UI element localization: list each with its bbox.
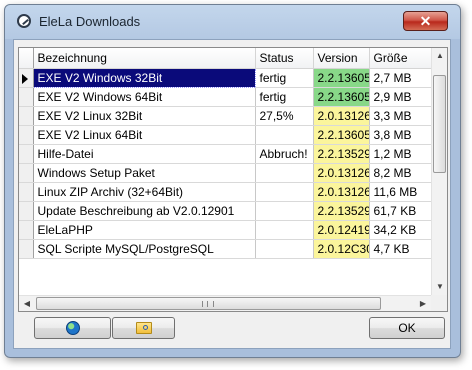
scrollbar-corner (431, 295, 447, 311)
cell-status[interactable]: 27,5% (255, 106, 314, 126)
row-indicator[interactable] (19, 68, 34, 88)
row-indicator[interactable] (19, 201, 34, 221)
table-row[interactable]: Windows Setup Paket 2.0.13126 8,2 MB (19, 163, 431, 183)
cell-version[interactable]: 2.2.13605 (313, 68, 370, 88)
grip-icon (202, 301, 214, 307)
table-row[interactable]: Update Beschreibung ab V2.0.12901 2.2.135… (19, 201, 431, 221)
table-row[interactable]: SQL Scripte MySQL/PostgreSQL 2.0.12C30 4,7… (19, 239, 431, 259)
downloads-grid: Bezeichnung Status Version Größe EXE V2 … (18, 47, 448, 312)
cell-version[interactable]: 2.2.13529 (313, 201, 370, 221)
cell-version[interactable]: 2.0.12C30 (313, 239, 370, 259)
cell-version[interactable]: 2.2.13605 (313, 87, 370, 107)
column-header-status[interactable]: Status (255, 48, 314, 69)
cell-status[interactable]: fertig (255, 68, 314, 88)
cell-name[interactable]: EXE V2 Linux 64Bit (33, 125, 256, 145)
table-row[interactable]: EXE V2 Linux 64Bit 2.2.13605 3,8 MB (19, 125, 431, 145)
table-row[interactable]: EleLaPHP 2.0.12419 34,2 KB (19, 220, 431, 240)
row-indicator[interactable] (19, 125, 34, 145)
column-header-size[interactable]: Größe (369, 48, 431, 69)
cell-version[interactable]: 2.0.13126 (313, 182, 370, 202)
cell-size[interactable]: 34,2 KB (369, 220, 431, 240)
close-button[interactable]: ✕ (403, 11, 448, 31)
vertical-scroll-thumb[interactable] (433, 75, 446, 173)
ok-button[interactable]: OK (369, 317, 445, 339)
table-row[interactable]: EXE V2 Windows 64Bit fertig 2.2.13605 2,9 M… (19, 87, 431, 107)
grid-viewport: Bezeichnung Status Version Größe EXE V2 … (19, 48, 431, 295)
cell-status[interactable] (255, 163, 314, 183)
column-header-version[interactable]: Version (313, 48, 370, 69)
column-header-name[interactable]: Bezeichnung (33, 48, 256, 69)
row-indicator[interactable] (19, 87, 34, 107)
horizontal-scroll-thumb[interactable] (36, 297, 381, 310)
header-row: Bezeichnung Status Version Größe (19, 48, 431, 69)
cell-status[interactable]: fertig (255, 87, 314, 107)
scroll-up-arrow-icon[interactable]: ▲ (432, 48, 447, 64)
website-button[interactable] (34, 317, 111, 339)
row-indicator[interactable] (19, 144, 34, 164)
cell-status[interactable] (255, 220, 314, 240)
cell-size[interactable]: 61,7 KB (369, 201, 431, 221)
current-row-arrow-icon (22, 73, 28, 84)
cell-name[interactable]: SQL Scripte MySQL/PostgreSQL (33, 239, 256, 259)
window-title: EleLa Downloads (39, 14, 141, 29)
horizontal-scrollbar[interactable]: ◀ ▶ (19, 295, 431, 311)
downloads-window: EleLa Downloads ✕ Bezeichnung Status Ver… (4, 4, 461, 358)
table-row[interactable]: EXE V2 Linux 32Bit 27,5% 2.0.13126 3,3 MB (19, 106, 431, 126)
vertical-scrollbar[interactable]: ▲ ▼ (431, 48, 447, 295)
scroll-right-arrow-icon[interactable]: ▶ (415, 296, 431, 311)
cell-name[interactable]: Update Beschreibung ab V2.0.12901 (33, 201, 256, 221)
scroll-left-arrow-icon[interactable]: ◀ (19, 296, 35, 311)
cell-size[interactable]: 3,3 MB (369, 106, 431, 126)
cell-version[interactable]: 2.2.13529 (313, 144, 370, 164)
row-indicator[interactable] (19, 182, 34, 202)
cell-name[interactable]: EXE V2 Windows 32Bit (32, 67, 256, 88)
row-indicator[interactable] (19, 220, 34, 240)
cell-size[interactable]: 4,7 KB (369, 239, 431, 259)
cell-size[interactable]: 1,2 MB (369, 144, 431, 164)
cell-status[interactable] (255, 239, 314, 259)
dialog-client-area: Bezeichnung Status Version Größe EXE V2 … (13, 39, 451, 349)
cell-version[interactable]: 2.0.12419 (313, 220, 370, 240)
cell-name[interactable]: EXE V2 Windows 64Bit (33, 87, 256, 107)
cell-name[interactable]: Linux ZIP Archiv (32+64Bit) (33, 182, 256, 202)
cell-version[interactable]: 2.0.13126 (313, 106, 370, 126)
indicator-header (19, 48, 34, 69)
cell-name[interactable]: Hilfe-Datei (33, 144, 256, 164)
cell-size[interactable]: 8,2 MB (369, 163, 431, 183)
cell-version[interactable]: 2.2.13605 (313, 125, 370, 145)
app-logo-icon (17, 14, 31, 28)
title-bar[interactable]: EleLa Downloads ✕ (5, 5, 460, 39)
globe-icon (65, 321, 80, 335)
cell-name[interactable]: EleLaPHP (33, 220, 256, 240)
folder-search-icon (135, 322, 152, 334)
row-indicator[interactable] (19, 239, 34, 259)
table-row[interactable]: Hilfe-Datei Abbruch! 2.2.13529 1,2 MB (19, 144, 431, 164)
cell-status[interactable]: Abbruch! (255, 144, 314, 164)
cell-status[interactable] (255, 182, 314, 202)
table-row[interactable]: EXE V2 Windows 32Bit fertig 2.2.13605 2,7 M… (19, 67, 431, 88)
cell-name[interactable]: Windows Setup Paket (33, 163, 256, 183)
grid-body: EXE V2 Windows 32Bit fertig 2.2.13605 2,7 M… (19, 67, 431, 259)
cell-size[interactable]: 2,9 MB (369, 87, 431, 107)
cell-size[interactable]: 3,8 MB (369, 125, 431, 145)
scroll-down-arrow-icon[interactable]: ▼ (432, 279, 447, 295)
cell-size[interactable]: 11,6 MB (369, 182, 431, 202)
cell-size[interactable]: 2,7 MB (369, 68, 431, 88)
table-row[interactable]: Linux ZIP Archiv (32+64Bit) 2.0.13126 11,6… (19, 182, 431, 202)
cell-version[interactable]: 2.0.13126 (313, 163, 370, 183)
row-indicator[interactable] (19, 106, 34, 126)
downloads-table: Bezeichnung Status Version Größe EXE V2 … (19, 48, 431, 259)
cell-status[interactable] (255, 201, 314, 221)
cell-status[interactable] (255, 125, 314, 145)
cell-name[interactable]: EXE V2 Linux 32Bit (33, 106, 256, 126)
open-folder-button[interactable] (112, 317, 175, 339)
row-indicator[interactable] (19, 163, 34, 183)
